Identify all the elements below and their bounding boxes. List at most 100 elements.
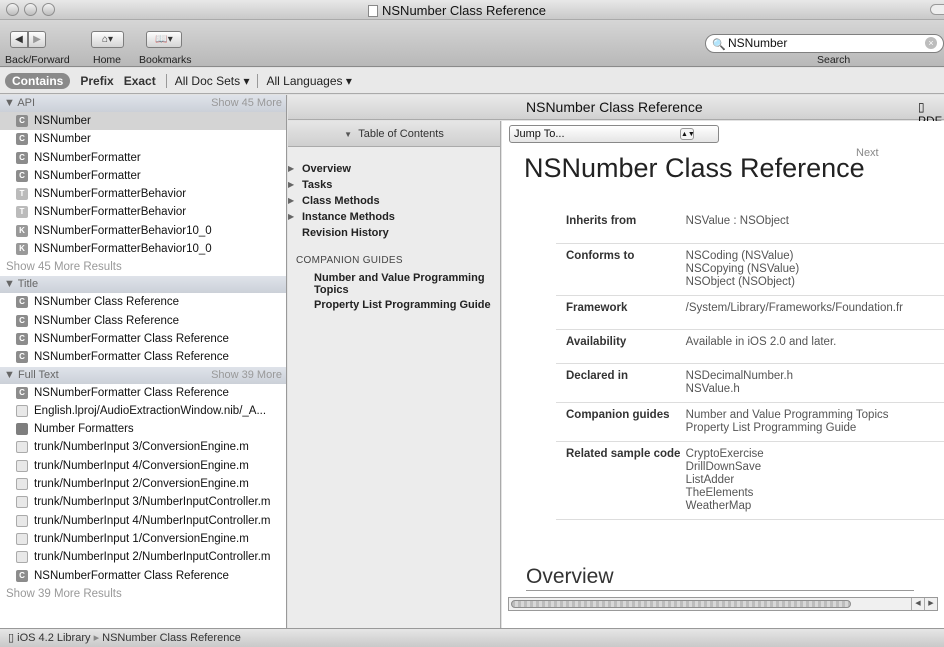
close-window-button[interactable]	[6, 3, 19, 16]
property-value-line[interactable]: NSValue : NSObject	[686, 215, 944, 228]
list-item[interactable]: C NSNumber Class Reference	[0, 293, 286, 311]
property-value-line[interactable]: NSCoding (NSValue)	[686, 250, 944, 263]
zoom-window-button[interactable]	[42, 3, 55, 16]
list-item[interactable]: C NSNumber	[0, 130, 286, 148]
document-content: Jump To... ▲▼ NSNumber Class Reference Ne…	[502, 121, 944, 628]
clear-search-icon[interactable]: ×	[925, 37, 937, 49]
list-item[interactable]: B Number Formatters	[0, 420, 286, 438]
disclosure-triangle-icon[interactable]: ▶	[288, 161, 294, 177]
title-section-header[interactable]: ▼ Title	[0, 276, 286, 294]
disclosure-triangle-icon[interactable]: ▶	[288, 177, 294, 193]
list-item[interactable]: Ftrunk/NumberInput 3/NumberInputControll…	[0, 493, 286, 511]
property-value-line[interactable]: CryptoExercise	[686, 448, 944, 461]
property-value: NSValue : NSObject	[685, 209, 944, 244]
toc-header[interactable]: ▼ Table of Contents	[288, 121, 500, 147]
list-item[interactable]: C NSNumberFormatter Class Reference	[0, 384, 286, 402]
list-item[interactable]: Ftrunk/NumberInput 4/ConversionEngine.m	[0, 457, 286, 475]
disclosure-triangle-icon[interactable]: ▶	[288, 209, 294, 225]
exact-filter-button[interactable]: Exact	[124, 74, 156, 88]
prefix-filter-button[interactable]: Prefix	[80, 74, 113, 88]
property-key: Related sample code	[556, 441, 686, 520]
list-item[interactable]: T NSNumberFormatterBehavior	[0, 185, 286, 203]
minimize-window-button[interactable]	[24, 3, 37, 16]
list-item[interactable]: C NSNumber	[0, 112, 286, 131]
list-item[interactable]: K NSNumberFormatterBehavior10_0	[0, 222, 286, 240]
toc-item[interactable]: ▶ Tasks	[288, 177, 500, 193]
status-library[interactable]: iOS 4.2 Library	[17, 632, 90, 644]
list-item[interactable]: C NSNumberFormatter Class Reference	[0, 567, 286, 585]
class-icon: C	[16, 133, 28, 146]
home-button[interactable]: ⌂▾	[91, 31, 124, 48]
status-page[interactable]: NSNumber Class Reference	[102, 632, 241, 644]
bookmarks-button[interactable]: 📖▾	[146, 31, 182, 48]
property-value-line[interactable]: TheElements	[686, 487, 944, 500]
toc-item[interactable]: ▶ Overview	[288, 161, 500, 177]
companion-guide-link[interactable]: Number and Value Programming Topics	[288, 272, 500, 296]
toc-item[interactable]: Revision History	[288, 225, 500, 241]
show-more-results-link[interactable]: Show 45 More Results	[0, 258, 286, 276]
property-value-line[interactable]: NSCopying (NSValue)	[686, 263, 944, 276]
scroll-left-arrow-icon[interactable]: ◀	[911, 598, 924, 610]
list-item[interactable]: Ftrunk/NumberInput 1/ConversionEngine.m	[0, 530, 286, 548]
property-value-line[interactable]: DrillDownSave	[686, 461, 944, 474]
property-value-line[interactable]: NSObject (NSObject)	[686, 276, 944, 289]
next-link[interactable]: Next	[856, 147, 879, 159]
show-more-results-link[interactable]: Show 39 More Results	[0, 585, 286, 603]
property-value-line[interactable]: ListAdder	[686, 474, 944, 487]
doc-sets-dropdown[interactable]: All Doc Sets ▾	[175, 74, 250, 88]
list-item[interactable]: K NSNumberFormatterBehavior10_0	[0, 240, 286, 258]
disclosure-triangle-icon: ▼	[4, 278, 15, 291]
languages-dropdown[interactable]: All Languages ▾	[266, 74, 351, 88]
api-section-header[interactable]: ▼ API Show 45 More	[0, 95, 286, 112]
status-bar: ▯ iOS 4.2 Library ▸ NSNumber Class Refer…	[0, 628, 944, 647]
back-button[interactable]: ◀	[10, 31, 28, 48]
show-more-api-link[interactable]: Show 45 More	[211, 95, 282, 112]
class-icon: C	[16, 151, 28, 164]
list-item[interactable]: Ftrunk/NumberInput 2/NumberInputControll…	[0, 548, 286, 566]
property-value: CryptoExercise DrillDownSave ListAdder TheE…	[685, 441, 944, 520]
jump-to-dropdown[interactable]: Jump To... ▲▼	[509, 125, 719, 143]
list-item[interactable]: C NSNumber Class Reference	[0, 312, 286, 330]
contains-filter-button[interactable]: Contains	[5, 72, 71, 89]
list-item[interactable]: C NSNumberFormatter Class Reference	[0, 330, 286, 348]
list-item[interactable]: Ftrunk/NumberInput 4/NumberInputControll…	[0, 512, 286, 530]
companion-guide-link[interactable]: Property List Programming Guide	[288, 299, 500, 311]
fulltext-results-list: C NSNumberFormatter Class Reference F Engli…	[0, 384, 286, 585]
toc-item[interactable]: ▶ Instance Methods	[288, 209, 500, 225]
languages-value: All Languages	[266, 73, 343, 88]
class-icon: C	[16, 115, 28, 127]
disclosure-triangle-icon: ▼	[4, 97, 15, 109]
toc-item[interactable]: ▶ Class Methods	[288, 193, 500, 209]
horizontal-scrollbar[interactable]: ◀ ▶	[508, 597, 938, 611]
toc-item-label: Class Methods	[302, 195, 380, 207]
property-key: Availability	[556, 329, 686, 364]
disclosure-triangle-icon[interactable]: ▶	[288, 193, 294, 209]
divider	[257, 73, 259, 88]
class-icon: C	[16, 296, 28, 309]
forward-button[interactable]: ▶	[28, 31, 46, 48]
list-item-label: NSNumberFormatterBehavior10_0	[34, 224, 212, 237]
list-item-label: trunk/NumberInput 2/NumberInputControlle…	[34, 551, 271, 564]
property-value: NSDecimalNumber.h NSValue.h	[685, 363, 944, 403]
overview-heading: Overview	[526, 565, 614, 588]
property-value-line[interactable]: Number and Value Programming Topics	[686, 409, 944, 422]
search-input[interactable]: NSNumber	[728, 36, 787, 50]
list-item-label: NSNumberFormatter Class Reference	[34, 569, 229, 582]
list-item[interactable]: Ftrunk/NumberInput 2/ConversionEngine.m	[0, 475, 286, 493]
property-value-line[interactable]: WeatherMap	[686, 500, 944, 513]
list-item[interactable]: C NSNumberFormatter	[0, 167, 286, 185]
bookmarks-label: Bookmarks	[139, 54, 192, 66]
app-window: NSNumber Class Reference ◀ ▶ ⌂▾ 📖▾ Back/…	[0, 0, 944, 647]
property-value-line[interactable]: Property List Programming Guide	[686, 422, 944, 435]
toolbar-toggle-button[interactable]	[930, 4, 944, 15]
show-more-fulltext-link[interactable]: Show 39 More	[211, 367, 282, 384]
list-item[interactable]: Ftrunk/NumberInput 3/ConversionEngine.m	[0, 438, 286, 456]
list-item[interactable]: F English.lproj/AudioExtractionWindow.nib…	[0, 402, 286, 420]
list-item[interactable]: C NSNumberFormatter Class Reference	[0, 348, 286, 366]
fulltext-section-header[interactable]: ▼ Full Text Show 39 More	[0, 366, 286, 384]
list-item[interactable]: C NSNumberFormatter	[0, 149, 286, 167]
search-field[interactable]: 🔍 NSNumber ×	[705, 34, 944, 53]
list-item[interactable]: T NSNumberFormatterBehavior	[0, 203, 286, 221]
scroll-right-arrow-icon[interactable]: ▶	[924, 598, 937, 610]
scrollbar-thumb[interactable]	[511, 600, 851, 608]
